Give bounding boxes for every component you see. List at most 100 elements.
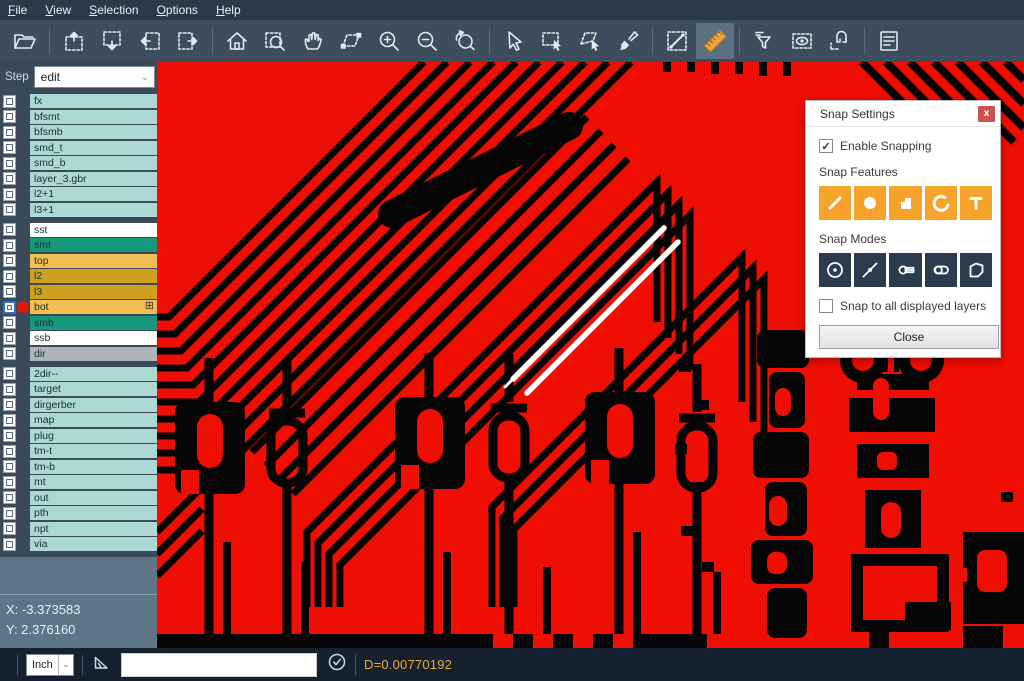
layer-name[interactable]: npt — [30, 522, 157, 536]
report-button[interactable] — [870, 23, 908, 59]
layer-name[interactable]: smd_t — [30, 141, 157, 155]
layer-visibility-checkbox[interactable] — [3, 285, 16, 298]
layer-row[interactable]: pth — [0, 506, 157, 520]
layer-row[interactable]: target — [0, 382, 157, 396]
layer-name[interactable]: l2+1 — [30, 187, 157, 201]
zoom-previous-button[interactable] — [446, 23, 484, 59]
layer-row[interactable]: fx — [0, 94, 157, 108]
layer-row[interactable]: sst — [0, 223, 157, 237]
snap-settings-button[interactable] — [821, 23, 859, 59]
layer-row[interactable]: ssb — [0, 331, 157, 345]
layer-name[interactable]: map — [30, 413, 157, 427]
snap-mode-contour-button[interactable] — [960, 253, 992, 287]
layer-row[interactable]: bot⊞ — [0, 300, 157, 314]
layer-visibility-checkbox[interactable] — [3, 398, 16, 411]
layer-name[interactable]: mt — [30, 475, 157, 489]
layer-visibility-checkbox[interactable] — [3, 126, 16, 139]
layer-name[interactable]: smb — [30, 316, 157, 330]
snap-all-layers-checkbox[interactable] — [819, 299, 833, 313]
menu-view[interactable]: View — [36, 3, 80, 17]
layer-row[interactable]: plug — [0, 429, 157, 443]
layer-row[interactable]: l3+1 — [0, 203, 157, 217]
snap-mode-pad-entry-button[interactable] — [925, 253, 957, 287]
snap-feature-arc-button[interactable] — [925, 186, 957, 220]
layer-name[interactable]: l2 — [30, 269, 157, 283]
layer-visibility-checkbox[interactable] — [3, 157, 16, 170]
angle-measure-button[interactable] — [91, 652, 111, 677]
recalculate-button[interactable] — [327, 652, 347, 677]
menu-file[interactable]: File — [8, 3, 36, 17]
layer-row[interactable]: dirgerber — [0, 398, 157, 412]
measure-ruler-button[interactable] — [696, 23, 734, 59]
menu-help[interactable]: Help — [207, 3, 250, 17]
layer-name[interactable]: l3 — [30, 285, 157, 299]
layer-name[interactable]: dirgerber — [30, 398, 157, 412]
zoom-polygon-button[interactable] — [332, 23, 370, 59]
filter-button[interactable] — [745, 23, 783, 59]
layer-row[interactable]: out — [0, 491, 157, 505]
layer-visibility-checkbox[interactable] — [3, 110, 16, 123]
layer-row[interactable]: tm-b — [0, 460, 157, 474]
layer-name[interactable]: smd_b — [30, 156, 157, 170]
dialog-title-bar[interactable]: Snap Settings x — [806, 101, 1000, 127]
layer-visibility-checkbox[interactable] — [3, 429, 16, 442]
dialog-close-icon[interactable]: x — [978, 106, 995, 122]
layer-row[interactable]: top — [0, 254, 157, 268]
menu-selection[interactable]: Selection — [80, 3, 147, 17]
layer-name[interactable]: tm-b — [30, 460, 157, 474]
layer-name[interactable]: bfsmt — [30, 110, 157, 124]
snap-mode-line-point-button[interactable] — [854, 253, 886, 287]
layer-row[interactable]: l2+1 — [0, 187, 157, 201]
clear-brush-button[interactable] — [609, 23, 647, 59]
layer-visibility-checkbox[interactable] — [3, 223, 16, 236]
layer-row[interactable]: bfsmt — [0, 110, 157, 124]
layer-visibility-checkbox[interactable] — [3, 172, 16, 185]
menu-options[interactable]: Options — [148, 3, 207, 17]
pan-right-button[interactable] — [169, 23, 207, 59]
layer-visibility-checkbox[interactable] — [3, 188, 16, 201]
layer-visibility-checkbox[interactable] — [3, 414, 16, 427]
layer-row[interactable]: layer_3.gbr — [0, 172, 157, 186]
snap-feature-line-button[interactable] — [819, 186, 851, 220]
layer-row[interactable]: 2dir-- — [0, 367, 157, 381]
dialog-close-button[interactable]: Close — [819, 325, 999, 349]
layer-visibility-checkbox[interactable] — [3, 316, 16, 329]
layer-visibility-checkbox[interactable] — [3, 445, 16, 458]
open-file-button[interactable] — [6, 23, 44, 59]
layer-visibility-checkbox[interactable] — [3, 332, 16, 345]
layer-name[interactable]: layer_3.gbr — [30, 172, 157, 186]
layer-visibility-checkbox[interactable] — [3, 270, 16, 283]
layer-visibility-checkbox[interactable] — [3, 522, 16, 535]
layer-name[interactable]: ssb — [30, 331, 157, 345]
layer-name[interactable]: via — [30, 537, 157, 551]
layer-row[interactable]: smd_t — [0, 141, 157, 155]
layer-row[interactable]: l3 — [0, 285, 157, 299]
layer-visibility-checkbox[interactable] — [3, 95, 16, 108]
layer-row[interactable]: mt — [0, 475, 157, 489]
layer-row[interactable]: tm-t — [0, 444, 157, 458]
layer-name[interactable]: 2dir-- — [30, 367, 157, 381]
layer-row[interactable]: dir — [0, 347, 157, 361]
layer-name[interactable]: top — [30, 254, 157, 268]
layer-row[interactable]: map — [0, 413, 157, 427]
zoom-home-button[interactable] — [218, 23, 256, 59]
layer-name[interactable]: smt — [30, 238, 157, 252]
snap-mode-pad-entry-filled-button[interactable] — [889, 253, 921, 287]
layer-visibility-checkbox[interactable] — [3, 347, 16, 360]
layer-visibility-checkbox[interactable] — [3, 367, 16, 380]
measure-value-input[interactable] — [121, 653, 317, 677]
pan-hand-button[interactable] — [294, 23, 332, 59]
layer-name[interactable]: bot⊞ — [30, 300, 157, 314]
layer-visibility-checkbox[interactable] — [3, 203, 16, 216]
layer-visibility-checkbox[interactable] — [3, 141, 16, 154]
layer-name[interactable]: bfsmb — [30, 125, 157, 139]
layer-row[interactable]: bfsmb — [0, 125, 157, 139]
step-select[interactable]: edit ⌄ — [34, 66, 155, 88]
zoom-window-button[interactable] — [256, 23, 294, 59]
layer-name[interactable]: pth — [30, 506, 157, 520]
layer-row[interactable]: l2 — [0, 269, 157, 283]
layer-row[interactable]: via — [0, 537, 157, 551]
layer-visibility-checkbox[interactable] — [3, 507, 16, 520]
layer-row[interactable]: smd_b — [0, 156, 157, 170]
layer-row[interactable]: smt — [0, 238, 157, 252]
